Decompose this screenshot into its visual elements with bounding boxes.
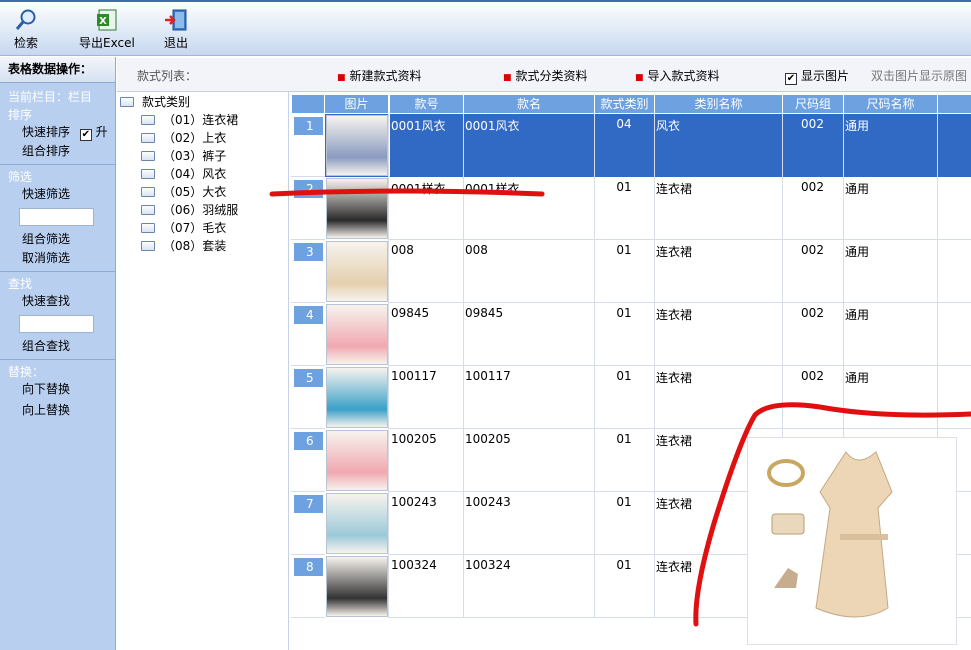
red-annotation-marks	[269, 188, 971, 627]
